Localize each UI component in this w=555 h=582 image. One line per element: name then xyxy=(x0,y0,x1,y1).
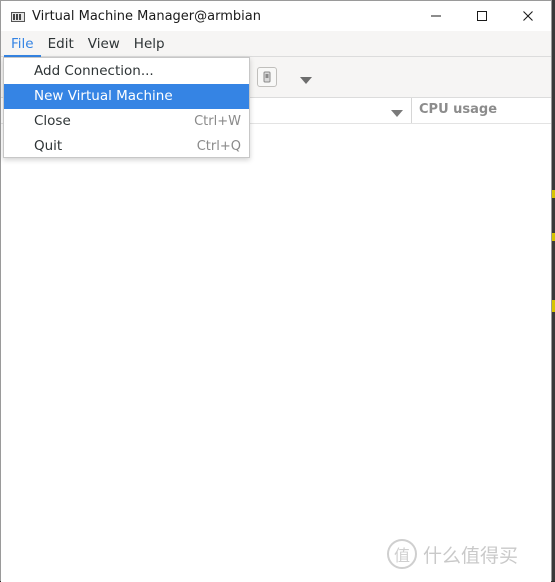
menu-item-label: Close xyxy=(34,113,71,129)
window-title: Virtual Machine Manager@armbian xyxy=(32,8,261,24)
menu-bar: File Edit View Help xyxy=(1,31,551,57)
minimize-button[interactable] xyxy=(413,1,459,31)
shutdown-icon xyxy=(263,71,271,83)
menu-item-close[interactable]: Close Ctrl+W xyxy=(4,109,249,134)
watermark-logo-icon: 值 xyxy=(387,539,417,569)
title-bar[interactable]: Virtual Machine Manager@armbian xyxy=(1,1,551,31)
menu-item-shortcut: Ctrl+Q xyxy=(196,139,241,154)
minimize-icon xyxy=(431,15,441,17)
virt-manager-icon xyxy=(11,11,25,22)
watermark: 值 什么值得买 xyxy=(387,539,518,569)
shutdown-menu-button[interactable] xyxy=(300,74,312,89)
file-menu-dropdown: Add Connection... New Virtual Machine Cl… xyxy=(3,57,250,158)
watermark-text: 什么值得买 xyxy=(423,544,519,567)
maximize-icon xyxy=(477,11,487,21)
window-controls xyxy=(413,1,551,31)
menu-edit[interactable]: Edit xyxy=(41,31,81,57)
menu-help[interactable]: Help xyxy=(127,31,172,57)
menu-item-shortcut: Ctrl+W xyxy=(194,114,241,129)
menu-item-label: New Virtual Machine xyxy=(34,88,173,104)
menu-file[interactable]: File xyxy=(4,31,41,57)
column-header-cpu-usage[interactable]: CPU usage xyxy=(419,102,497,117)
sort-column-button[interactable] xyxy=(391,107,403,122)
menu-item-quit[interactable]: Quit Ctrl+Q xyxy=(4,134,249,159)
menu-view[interactable]: View xyxy=(81,31,127,57)
close-button[interactable] xyxy=(505,1,551,31)
shutdown-button[interactable] xyxy=(257,67,277,87)
menu-item-add-connection[interactable]: Add Connection... xyxy=(4,59,249,84)
column-divider[interactable] xyxy=(411,98,412,123)
app-window: Virtual Machine Manager@armbian File Edi… xyxy=(0,0,552,582)
menu-item-new-virtual-machine[interactable]: New Virtual Machine xyxy=(4,84,249,109)
close-icon xyxy=(523,11,533,21)
vm-list[interactable] xyxy=(1,124,551,582)
maximize-button[interactable] xyxy=(459,1,505,31)
menu-item-label: Quit xyxy=(34,138,63,154)
chevron-down-icon xyxy=(391,110,403,117)
menu-item-label: Add Connection... xyxy=(34,63,154,79)
chevron-down-icon xyxy=(300,77,312,84)
